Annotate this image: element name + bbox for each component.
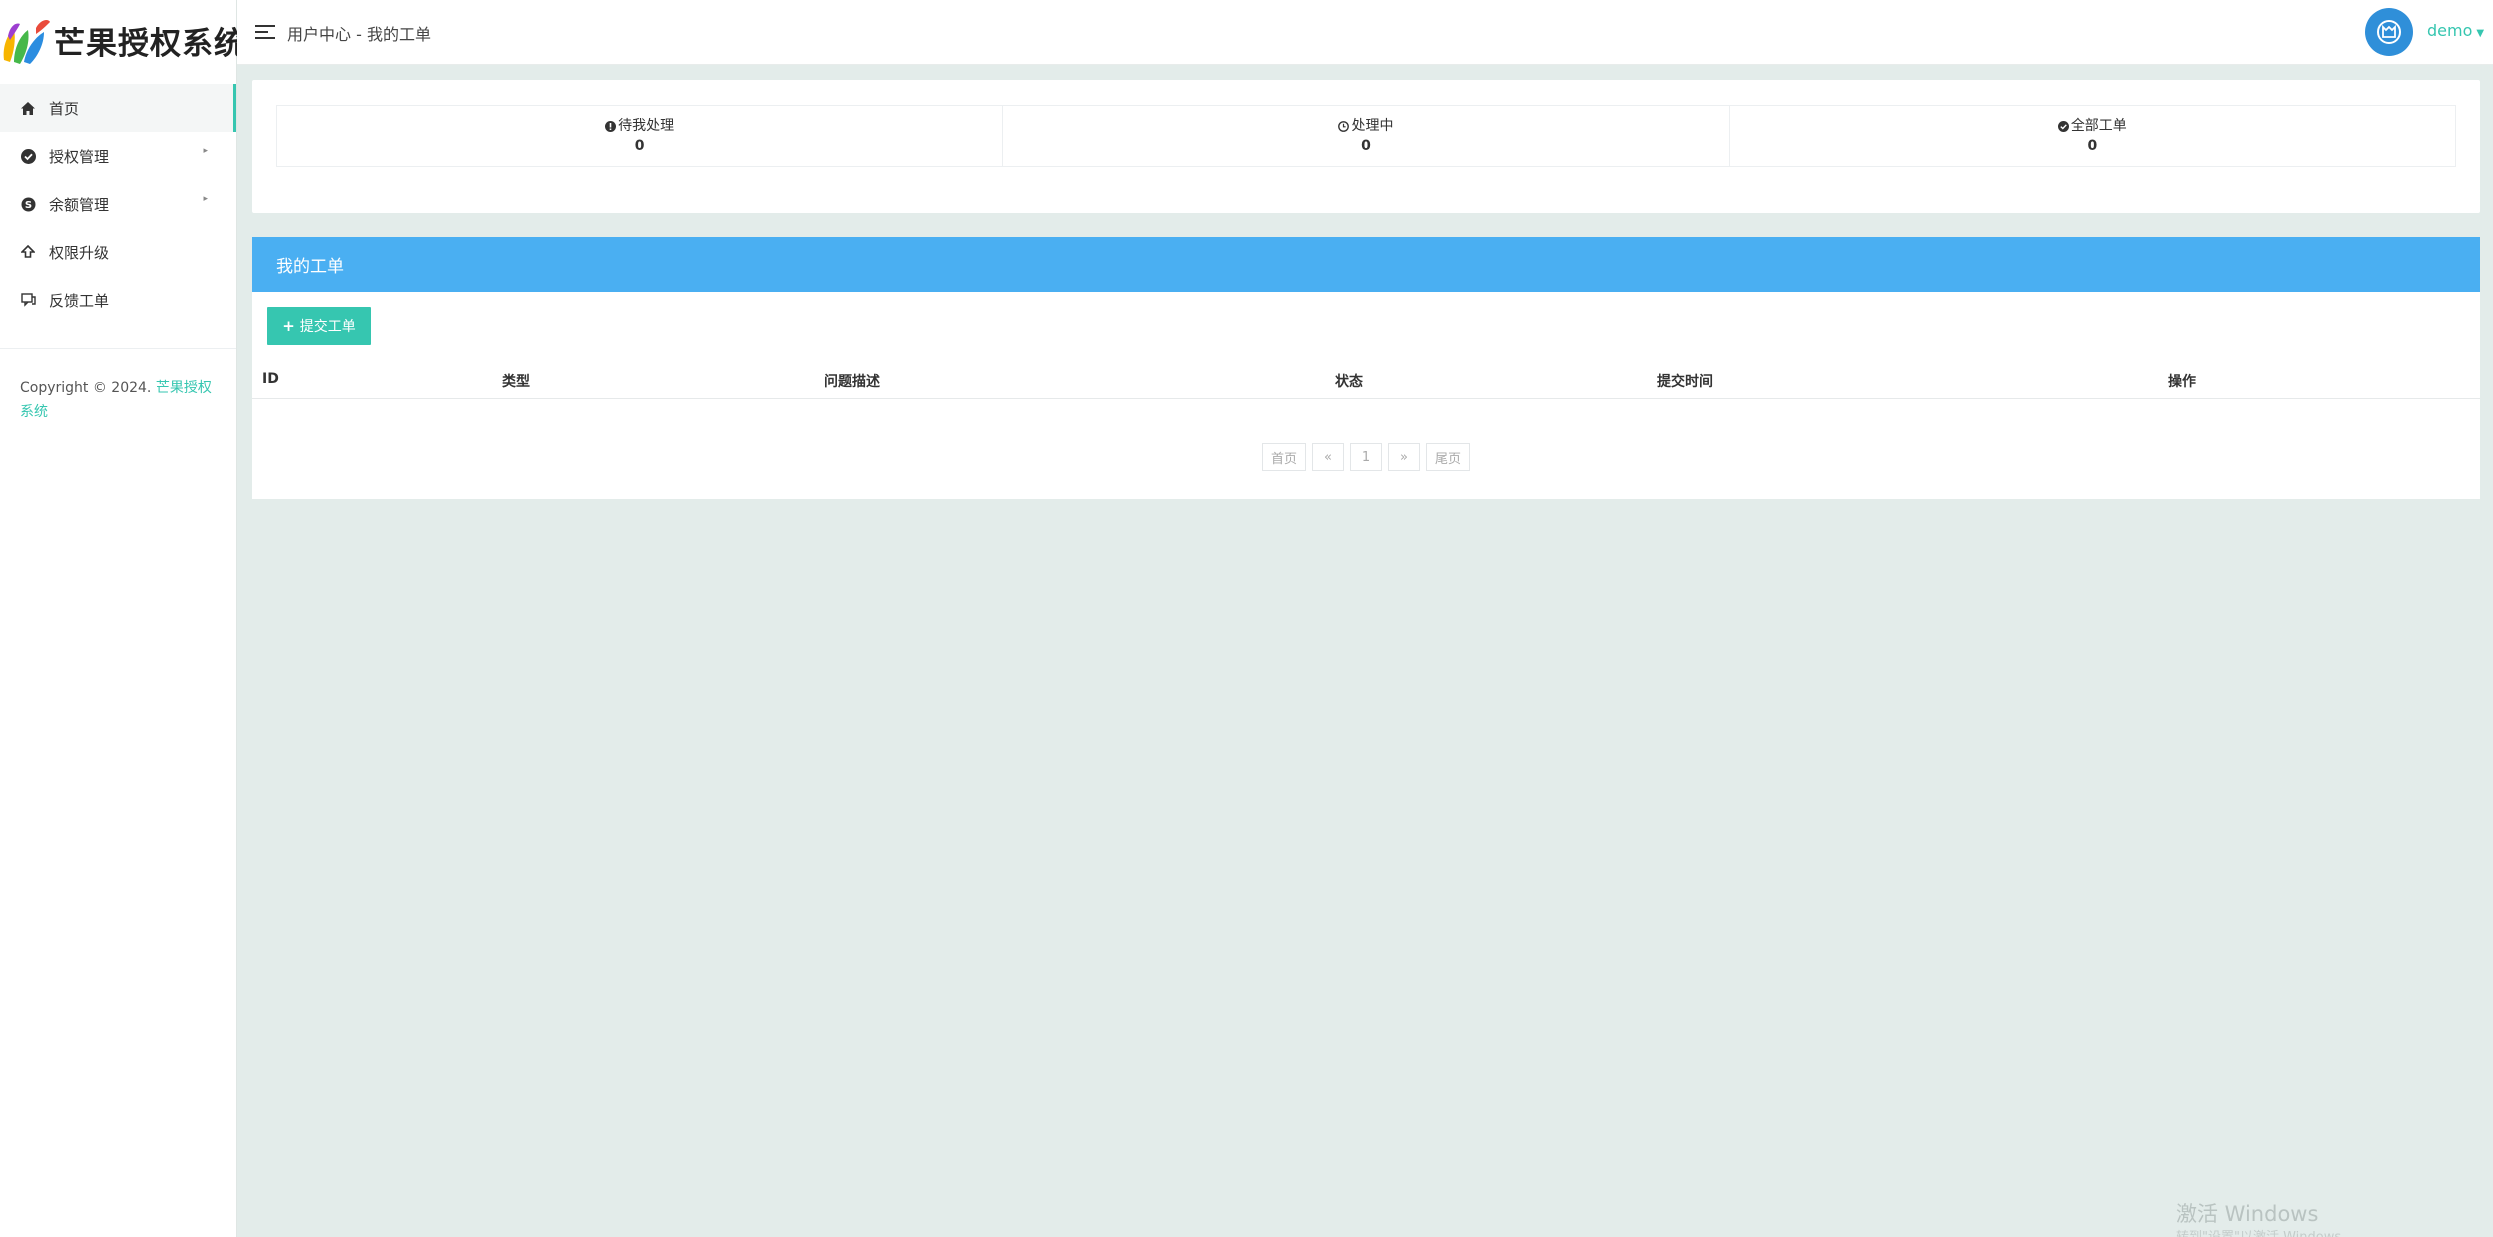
chevron-right-icon: ▸ [203, 194, 208, 204]
copyright-text: Copyright © 2024. [20, 380, 156, 396]
sidebar-item-label: 授权管理 [49, 147, 110, 166]
column-header-status[interactable]: 状态 [1335, 371, 1363, 391]
breadcrumb: 用户中心 - 我的工单 [287, 25, 431, 44]
stat-pending[interactable]: 待我处理 0 [277, 106, 1004, 166]
sidebar-item-label: 权限升级 [49, 243, 110, 262]
activation-watermark: 激活 Windows [2176, 1202, 2319, 1226]
home-icon [20, 100, 36, 116]
column-header-description[interactable]: 问题描述 [824, 371, 880, 391]
page-number-button[interactable]: 1 [1350, 443, 1382, 471]
submit-ticket-button[interactable]: + 提交工单 [267, 307, 371, 345]
column-header-submit-time[interactable]: 提交时间 [1657, 371, 1713, 391]
stat-label: 处理中 [1338, 116, 1393, 136]
submit-ticket-label: 提交工单 [299, 319, 356, 335]
user-menu[interactable]: demo ▼ [2427, 21, 2484, 40]
sidebar-item-label: 余额管理 [49, 195, 110, 214]
mango-logo-icon [3, 20, 50, 64]
panel-title: 我的工单 [252, 237, 2480, 292]
column-header-type[interactable]: 类型 [502, 371, 530, 391]
tickets-table-header: ID 类型 问题描述 状态 提交时间 操作 [252, 361, 2480, 399]
top-header: 用户中心 - 我的工单 demo ▼ [237, 0, 2493, 65]
sidebar-item-label: 反馈工单 [49, 291, 110, 310]
ticket-stats-card: 待我处理 0 处理中 0 全部工单 0 [252, 80, 2480, 213]
stat-value: 0 [2087, 138, 2098, 154]
skype-icon: S [20, 196, 36, 212]
check-circle-icon [2057, 120, 2069, 132]
page-prev-button[interactable]: « [1312, 443, 1344, 471]
page-last-button[interactable]: 尾页 [1426, 443, 1471, 471]
sidebar-item-balance-management[interactable]: S 余额管理 ▸ [0, 180, 236, 228]
column-header-actions[interactable]: 操作 [2168, 371, 2196, 391]
upgrade-icon [20, 244, 36, 260]
my-tickets-panel: 我的工单 + 提交工单 ID 类型 问题描述 状态 提交时间 操作 首页 « 1… [252, 237, 2480, 499]
stat-label: 待我处理 [605, 116, 674, 136]
sidebar-nav: 首页 授权管理 ▸ S 余额管理 ▸ 权限升级 反馈工单 [0, 84, 236, 324]
sidebar-item-license-management[interactable]: 授权管理 ▸ [0, 132, 236, 180]
stat-label-text: 全部工单 [2070, 118, 2127, 134]
sidebar-item-permission-upgrade[interactable]: 权限升级 [0, 228, 236, 276]
stat-label-text: 待我处理 [618, 118, 675, 134]
user-name: demo [2427, 21, 2473, 40]
page-first-button[interactable]: 首页 [1261, 443, 1306, 471]
sidebar-item-label: 首页 [49, 99, 80, 118]
sidebar: 芒果授权系统 首页 授权管理 ▸ S 余额管理 ▸ 权限升级 反馈工单 Copy… [0, 0, 245, 1237]
copyright: Copyright © 2024. 芒果授权系统 [20, 376, 220, 424]
sidebar-item-feedback-ticket[interactable]: 反馈工单 [0, 276, 236, 324]
clock-icon [1338, 120, 1350, 132]
chevron-right-icon: ▸ [203, 146, 208, 156]
stat-value: 0 [634, 138, 645, 154]
pagination: 首页 « 1 » 尾页 [252, 443, 2480, 471]
ticket-stats: 待我处理 0 处理中 0 全部工单 0 [276, 105, 2456, 167]
brand-name: 芒果授权系统 [54, 26, 246, 62]
plus-icon: + [282, 317, 295, 335]
activation-watermark-subtitle: 转到"设置"以激活 Windows。 [2176, 1226, 2354, 1237]
stat-label-text: 处理中 [1351, 118, 1394, 134]
sidebar-item-home[interactable]: 首页 [0, 84, 236, 132]
stat-value: 0 [1361, 138, 1371, 154]
exclamation-circle-icon [605, 120, 617, 132]
stat-label: 全部工单 [2057, 116, 2127, 136]
svg-text:S: S [24, 200, 31, 211]
brand-logo[interactable]: 芒果授权系统 [0, 0, 245, 82]
feedback-icon [20, 292, 36, 308]
column-header-id[interactable]: ID [262, 371, 279, 387]
menu-toggle-icon[interactable] [254, 21, 276, 43]
avatar[interactable] [2365, 8, 2413, 56]
stat-processing[interactable]: 处理中 0 [1003, 106, 1730, 166]
caret-down-icon: ▼ [2476, 28, 2485, 39]
sidebar-divider [0, 348, 236, 349]
page-next-button[interactable]: » [1388, 443, 1420, 471]
check-circle-icon [20, 148, 36, 164]
stat-all[interactable]: 全部工单 0 [1730, 106, 2455, 166]
user-avatar-icon [2377, 20, 2401, 44]
